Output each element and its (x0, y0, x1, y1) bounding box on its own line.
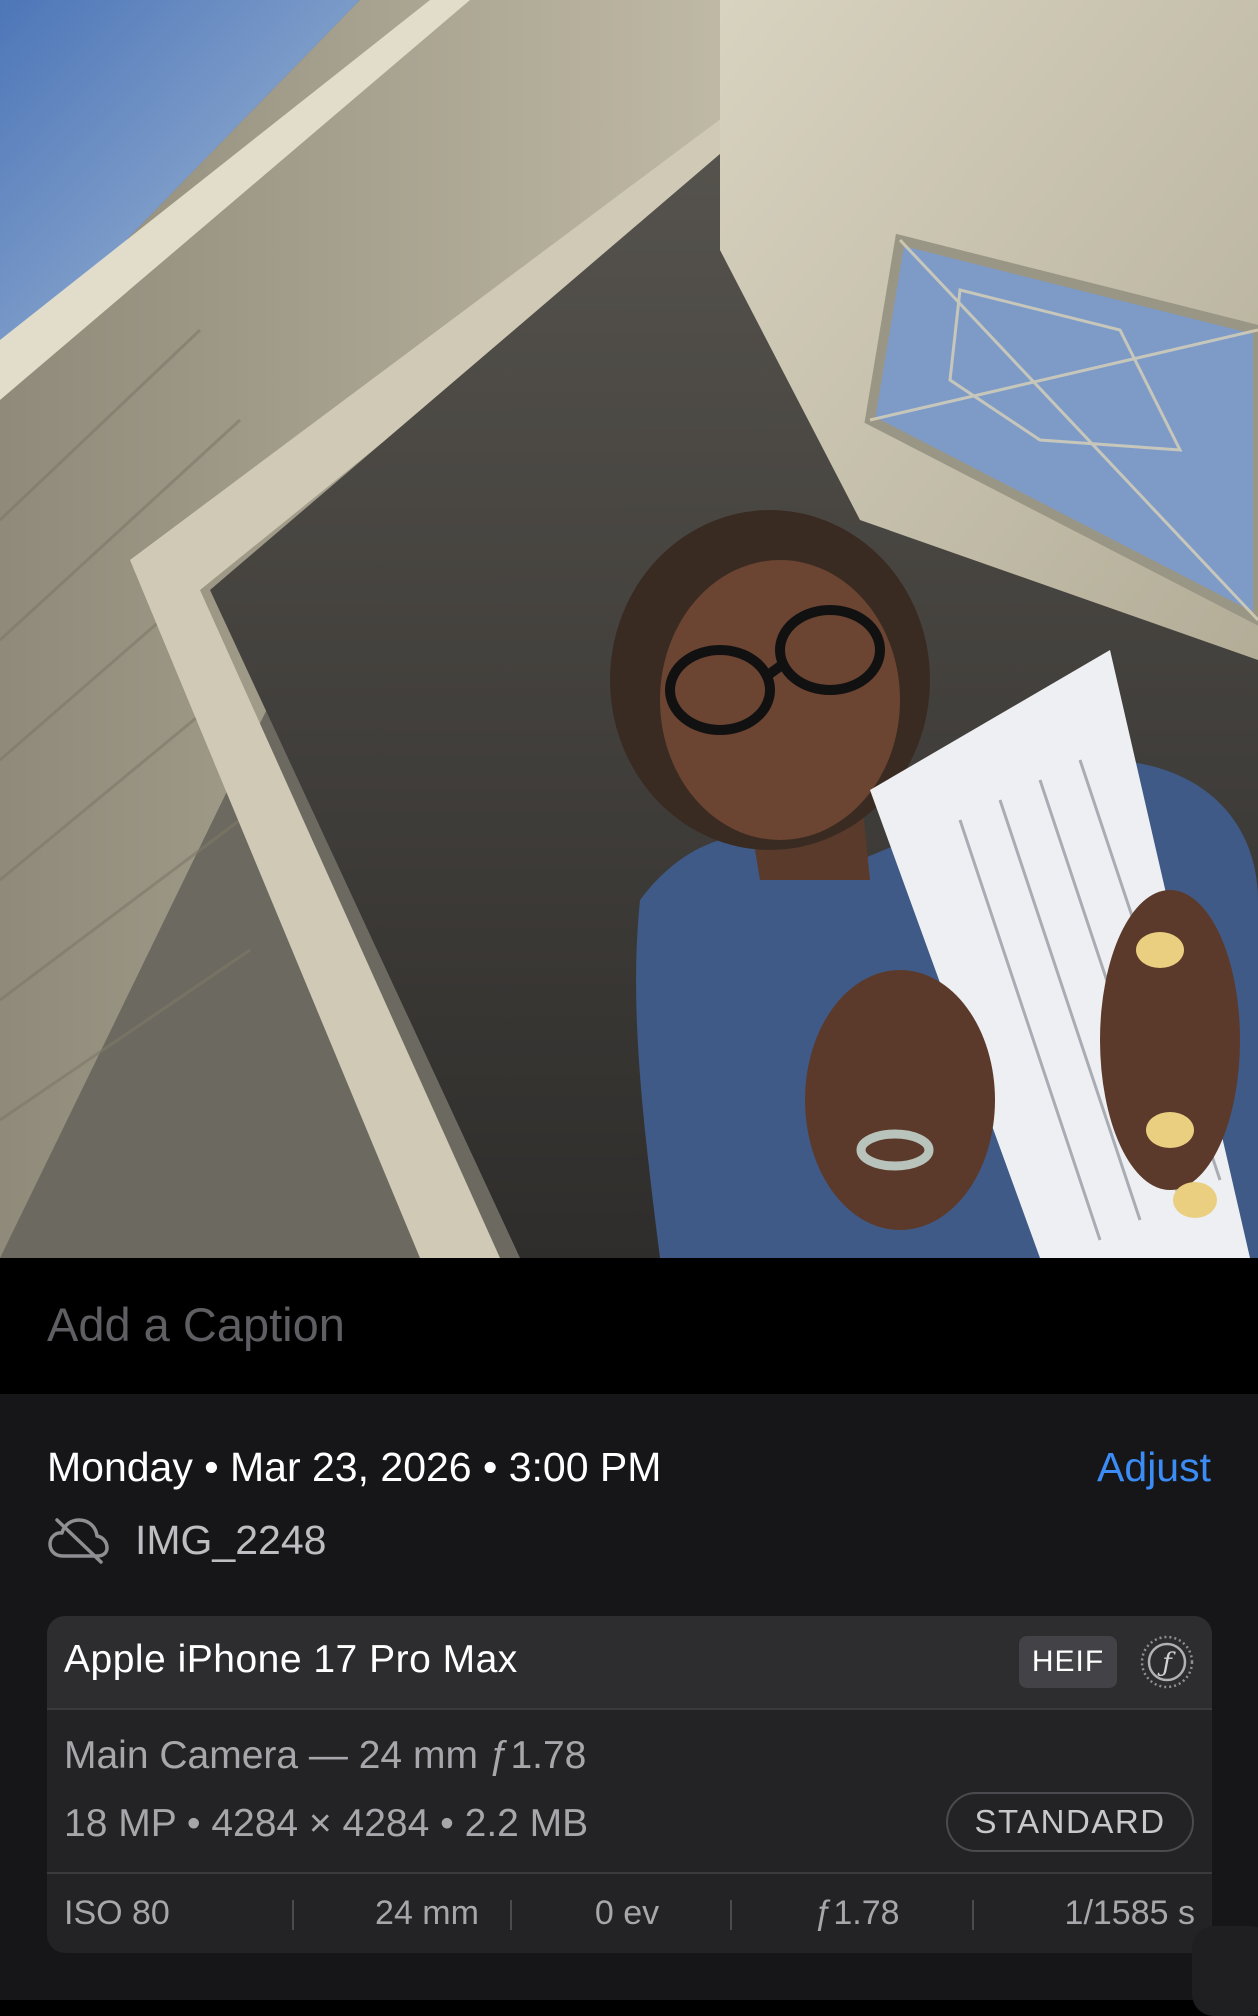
exif-aperture: ƒ1.78 (814, 1894, 900, 1932)
adjust-button[interactable]: Adjust (1097, 1444, 1211, 1491)
caption-input[interactable] (47, 1286, 1207, 1362)
floating-button-edge[interactable] (1192, 1926, 1258, 2016)
divider (47, 1708, 1212, 1710)
exif-row: ISO 80 24 mm 0 ev ƒ1.78 1/1585 s (47, 1874, 1212, 1953)
exif-separator (510, 1900, 512, 1930)
photo-view[interactable] (0, 0, 1258, 1258)
metadata-card-header: Apple iPhone 17 Pro Max HEIF ƒ (47, 1616, 1212, 1708)
exif-separator (292, 1900, 294, 1930)
file-name: IMG_2248 (135, 1516, 327, 1563)
exif-separator (730, 1900, 732, 1930)
exif-focal-length: 24 mm (375, 1894, 479, 1932)
lens-info: Main Camera — 24 mm ƒ1.78 (64, 1734, 587, 1777)
exif-iso: ISO 80 (64, 1894, 170, 1932)
svg-text:ƒ: ƒ (1157, 1648, 1176, 1678)
photo-image (0, 0, 1258, 1258)
device-name: Apple iPhone 17 Pro Max (64, 1638, 518, 1681)
format-badge: HEIF (1019, 1636, 1117, 1688)
file-row: IMG_2248 (47, 1512, 326, 1568)
exif-shutter: 1/1585 s (1064, 1894, 1195, 1932)
f-stop-icon[interactable]: ƒ (1139, 1634, 1195, 1690)
resolution-info: 18 MP • 4284 × 4284 • 2.2 MB (64, 1802, 589, 1845)
date-time-label: Monday • Mar 23, 2026 • 3:00 PM (47, 1444, 662, 1490)
exif-exposure: 0 ev (594, 1894, 660, 1932)
info-panel: Monday • Mar 23, 2026 • 3:00 PM Adjust I… (0, 1394, 1258, 2000)
caption-bar (0, 1258, 1258, 1394)
cloud-slash-icon (48, 1518, 109, 1564)
exif-separator (972, 1900, 974, 1930)
standard-badge: STANDARD (946, 1792, 1194, 1852)
metadata-card: Apple iPhone 17 Pro Max HEIF ƒ Main Came… (47, 1616, 1212, 1953)
